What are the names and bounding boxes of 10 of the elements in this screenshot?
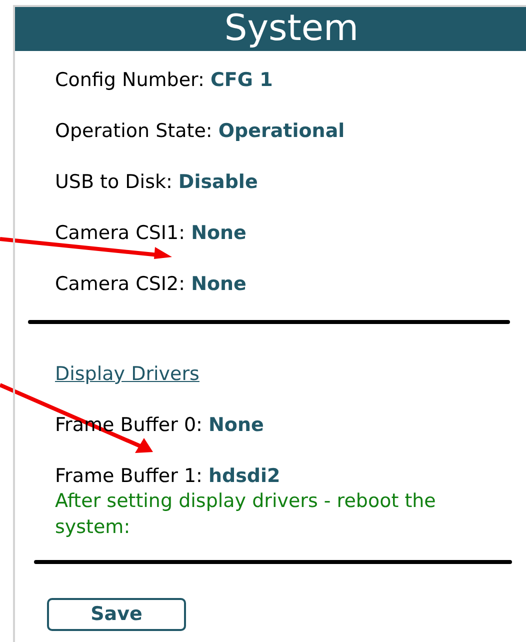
field-row-text: Operation State: Operational	[55, 119, 346, 143]
field-row-text: Config Number: CFG 1	[55, 68, 274, 92]
section-link[interactable]: Display Drivers	[55, 362, 200, 386]
field-row-text: USB to Disk: Disable	[55, 170, 259, 194]
save-button[interactable]: Save	[47, 598, 186, 631]
panel-title: System	[223, 11, 359, 47]
field-row-text: Frame Buffer 1: hdsdi2	[55, 464, 282, 488]
reboot-note: After setting display drivers - reboot the system:	[54, 489, 437, 540]
field-row-text: Camera CSI1: None	[55, 221, 248, 245]
field-row-text: Camera CSI2: None	[55, 272, 248, 296]
